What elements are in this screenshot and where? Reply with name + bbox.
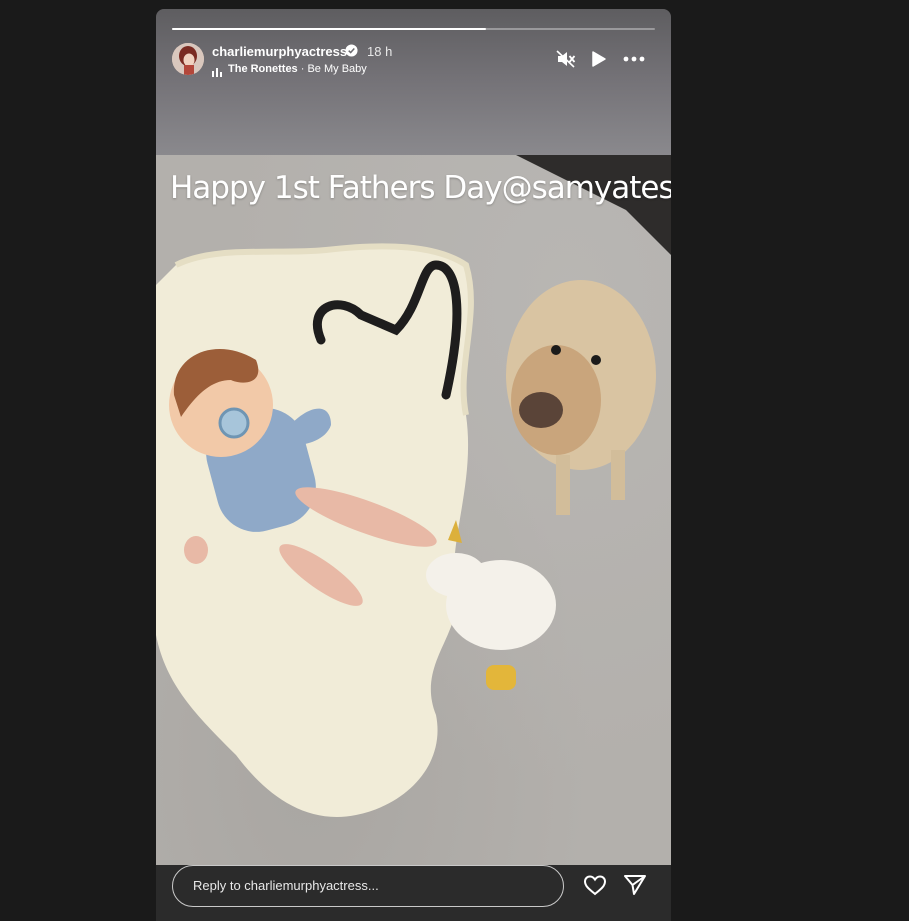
story-header: charliemurphyactress 18 h The Ronettes ·… <box>156 9 671 155</box>
story-photo-illustration <box>156 155 671 817</box>
music-attribution[interactable]: The Ronettes · Be My Baby <box>228 63 367 75</box>
heart-icon[interactable] <box>583 874 607 901</box>
music-song: Be My Baby <box>307 63 367 75</box>
story-progress-bar <box>172 28 655 30</box>
send-icon[interactable] <box>623 874 647 901</box>
verified-icon <box>345 44 358 62</box>
post-time: 18 h <box>367 44 393 59</box>
reply-input[interactable]: Reply to charliemurphyactress... <box>172 865 564 907</box>
story-photo: Happy 1st Fathers Day@samyates2020 <box>156 155 671 865</box>
story-progress-fill <box>172 28 486 30</box>
music-separator: · <box>297 63 308 75</box>
more-icon[interactable] <box>623 49 645 74</box>
username[interactable]: charliemurphyactress <box>212 44 347 59</box>
music-bars-icon <box>212 65 223 83</box>
play-icon[interactable] <box>591 50 607 73</box>
muted-speaker-icon[interactable] <box>556 49 576 74</box>
story-caption: Happy 1st Fathers Day@samyates2020 <box>170 170 671 206</box>
reply-bar: Reply to charliemurphyactress... <box>156 865 671 921</box>
story-viewer: charliemurphyactress 18 h The Ronettes ·… <box>156 9 671 921</box>
music-artist: The Ronettes <box>228 63 298 75</box>
avatar[interactable] <box>172 43 204 75</box>
